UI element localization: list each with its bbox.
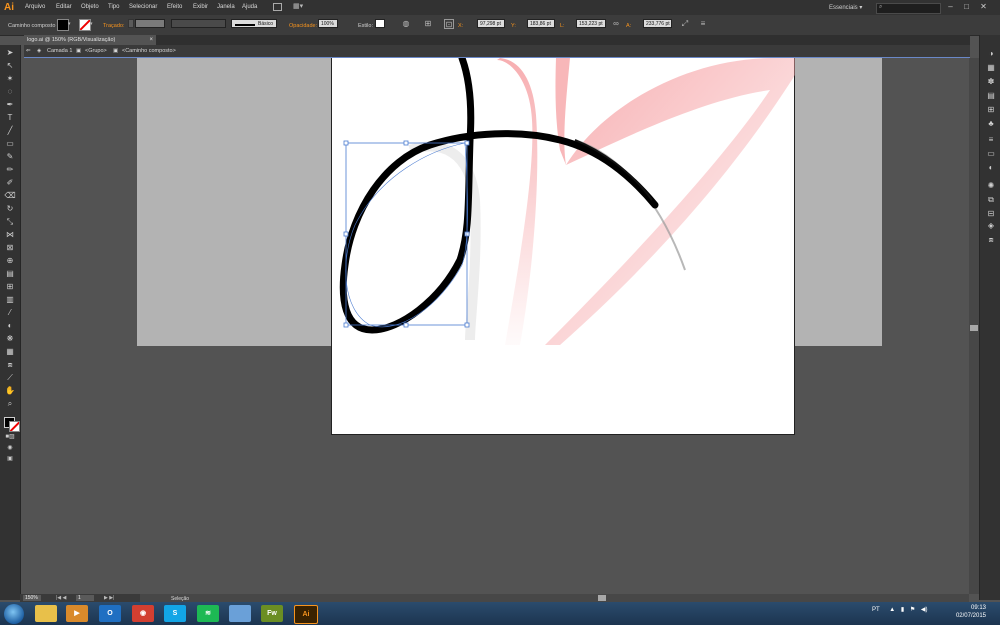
chrome-icon[interactable]: ◉ (132, 605, 154, 622)
status-bar: 150% |◀ ◀ 1 ▶ ▶| (20, 594, 140, 602)
next-page-icon[interactable]: ▶ ▶| (104, 595, 114, 601)
clock[interactable]: 09:13 02/07/2015 (946, 604, 986, 620)
clock-time: 09:13 (970, 605, 986, 611)
first-page-icon[interactable]: |◀ ◀ (56, 595, 66, 601)
pink-heart-left-stroke (497, 58, 538, 345)
selection-handles (343, 140, 470, 328)
selection-path-outline (345, 142, 468, 328)
pink-heart-right-stroke (545, 58, 795, 345)
zoom-field[interactable]: 150% (23, 595, 41, 601)
vertical-scroll-thumb[interactable] (970, 325, 978, 331)
language-indicator[interactable]: PT (872, 607, 880, 613)
explorer-icon[interactable] (35, 605, 57, 622)
selection-bounding-box (345, 142, 468, 326)
spotify-icon[interactable]: ≋ (197, 605, 219, 622)
page-field[interactable]: 1 (76, 595, 94, 601)
outlook-icon[interactable]: O (99, 605, 121, 622)
clock-date: 02/07/2015 (955, 613, 986, 619)
horizontal-scroll-thumb[interactable] (598, 595, 606, 601)
app-icon[interactable] (229, 605, 251, 622)
tray-arrow-icon[interactable]: ▲ (889, 607, 895, 613)
system-tray: PT ▲ ▮ ⚑ ◀) (872, 606, 928, 613)
start-button[interactable] (4, 604, 24, 624)
illustrator-icon[interactable]: Ai (294, 605, 318, 624)
volume-icon[interactable]: ◀) (921, 607, 928, 613)
skype-icon[interactable]: S (164, 605, 186, 622)
horizontal-scrollbar[interactable] (140, 594, 969, 602)
gray-shadow-curve (574, 139, 686, 271)
media-player-icon[interactable]: ▶ (66, 605, 88, 622)
artwork-canvas[interactable] (0, 0, 1000, 625)
pink-heart-inner-stroke (555, 58, 570, 165)
fireworks-icon[interactable]: Fw (261, 605, 283, 622)
flag-icon[interactable]: ⚑ (910, 607, 915, 613)
network-icon[interactable]: ▮ (901, 607, 904, 613)
